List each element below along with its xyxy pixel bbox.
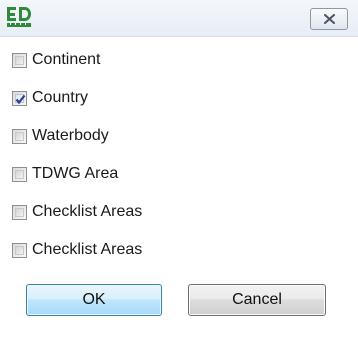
option-label: Continent	[32, 51, 101, 68]
waterbody-checkbox[interactable]	[12, 128, 27, 144]
option-continent[interactable]: Continent	[12, 48, 312, 72]
checklist-areas-checkbox[interactable]	[12, 242, 27, 258]
ok-button[interactable]: OK	[26, 284, 162, 316]
app-icon	[6, 5, 34, 29]
close-button[interactable]	[310, 8, 348, 30]
tdwg-area-checkbox[interactable]	[12, 166, 27, 182]
option-country[interactable]: Country	[12, 86, 312, 110]
check-mark-icon	[15, 94, 26, 104]
cancel-button[interactable]: Cancel	[188, 284, 326, 316]
option-label: Checklist Areas	[32, 203, 143, 220]
option-label: Waterbody	[32, 127, 109, 144]
option-checklist-areas-2[interactable]: Checklist Areas	[12, 238, 312, 262]
dialog-window: Continent Country Waterbody TDWG Area Ch…	[0, 0, 358, 345]
option-label: Country	[32, 89, 89, 106]
country-checkbox[interactable]	[12, 90, 27, 106]
option-checklist-areas-1[interactable]: Checklist Areas	[12, 200, 312, 224]
checklist-areas-checkbox[interactable]	[12, 204, 27, 220]
option-waterbody[interactable]: Waterbody	[12, 124, 312, 148]
title-bar	[0, 0, 358, 37]
option-tdwg-area[interactable]: TDWG Area	[12, 162, 312, 186]
continent-checkbox[interactable]	[12, 52, 27, 68]
option-label: TDWG Area	[32, 165, 119, 182]
option-label: Checklist Areas	[32, 241, 143, 258]
